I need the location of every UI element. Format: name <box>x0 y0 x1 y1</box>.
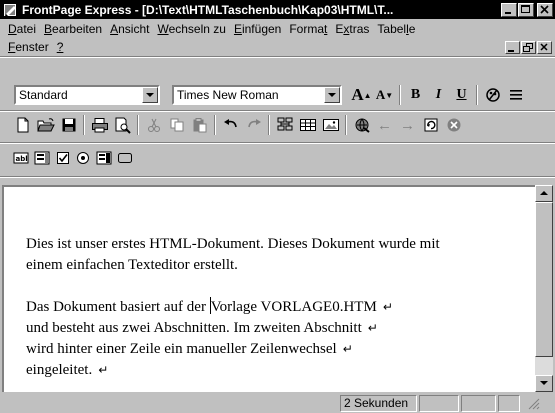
text-line: Das Dokument basiert auf der Vorlage VOR… <box>26 297 393 315</box>
cut-icon[interactable] <box>142 114 165 136</box>
vertical-scrollbar[interactable] <box>535 185 553 392</box>
paragraph-1[interactable]: Dies ist unser erstes HTML-Dokument. Die… <box>26 234 536 276</box>
status-panel <box>461 394 496 412</box>
menu-datei[interactable]: Datei <box>4 22 40 36</box>
line-break-icon: ↵ <box>342 342 353 356</box>
chevron-down-icon[interactable] <box>142 87 158 103</box>
stop-icon[interactable] <box>442 114 465 136</box>
radio-button-icon[interactable] <box>73 147 93 169</box>
doc-restore-button[interactable] <box>521 41 536 54</box>
toolbar-divider <box>476 85 478 105</box>
open-folder-icon[interactable] <box>34 114 57 136</box>
menu-separator <box>0 56 555 58</box>
increase-font-button[interactable]: A ▲ <box>350 84 373 106</box>
toolbar-divider <box>345 115 347 135</box>
doc-close-button[interactable] <box>537 41 552 54</box>
push-button-icon[interactable] <box>115 147 135 169</box>
status-panel <box>419 394 459 412</box>
menu-wechseln-zu[interactable]: Wechseln zu <box>153 22 229 36</box>
status-panel <box>498 394 520 412</box>
menu-ansicht[interactable]: Ansicht <box>106 22 153 36</box>
print-preview-icon[interactable] <box>111 114 134 136</box>
italic-button[interactable]: I <box>427 84 450 106</box>
close-button[interactable] <box>537 2 553 17</box>
window-title: FrontPage Express - [D:\Text\HTMLTaschen… <box>22 2 394 17</box>
menu-bar: Datei Bearbeiten Ansicht Wechseln zu Einfüge… <box>0 20 555 56</box>
menu-bearbeiten[interactable]: Bearbeiten <box>40 22 106 36</box>
scroll-up-button[interactable] <box>535 185 553 202</box>
maximize-button[interactable] <box>518 2 534 17</box>
status-download-time: 2 Sekunden <box>340 394 417 412</box>
undo-icon[interactable] <box>219 114 242 136</box>
back-arrow-icon[interactable]: ← <box>373 114 396 136</box>
menu-extras[interactable]: Extras <box>331 22 373 36</box>
svg-text:abl: abl <box>16 155 28 163</box>
redo-icon[interactable] <box>242 114 265 136</box>
scrolling-textbox-icon[interactable] <box>31 147 53 169</box>
title-bar[interactable]: FrontPage Express - [D:\Text\HTMLTaschen… <box>0 0 555 19</box>
toolbar-separator <box>0 142 555 144</box>
one-line-textbox-icon[interactable]: abl <box>11 147 31 169</box>
bold-button[interactable]: B <box>404 84 427 106</box>
doc-minimize-button[interactable] <box>505 41 520 54</box>
toolbar-divider <box>214 115 216 135</box>
line-break-icon: ↵ <box>367 321 378 335</box>
paragraph-style-select[interactable]: Standard <box>14 85 160 105</box>
toolbar-divider <box>137 115 139 135</box>
document-text[interactable]: Dies ist unser erstes HTML-Dokument. Die… <box>26 234 536 402</box>
text-line: eingeleitet. ↵ <box>26 362 109 378</box>
toolbar-separator <box>0 110 555 112</box>
paragraph-style-value: Standard <box>19 88 68 102</box>
menu-einfügen[interactable]: Einfügen <box>230 22 285 36</box>
toolbar-divider <box>268 115 270 135</box>
paragraph-2[interactable]: Das Dokument basiert auf der Vorlage VOR… <box>26 297 536 381</box>
insert-image-icon[interactable] <box>319 114 342 136</box>
frontpage-window: FrontPage Express - [D:\Text\HTMLTaschen… <box>0 0 555 413</box>
dropdown-menu-icon[interactable] <box>93 147 115 169</box>
menu-tabelle[interactable]: Tabelle <box>373 22 419 36</box>
save-disk-icon[interactable] <box>57 114 80 136</box>
status-message <box>2 395 338 412</box>
menu-format[interactable]: Format <box>285 22 331 36</box>
font-select[interactable]: Times New Roman <box>172 85 342 105</box>
chevron-down-icon[interactable] <box>324 87 340 103</box>
line-break-icon: ↵ <box>98 363 109 377</box>
text-color-icon[interactable] <box>481 84 504 106</box>
new-document-icon[interactable] <box>11 114 34 136</box>
menu-help[interactable]: ? <box>53 40 68 54</box>
text-line: und besteht aus zwei Abschnitten. Im zwe… <box>26 320 378 336</box>
checkbox-icon[interactable] <box>53 147 73 169</box>
status-bar: 2 Sekunden <box>0 393 555 413</box>
line-break-icon: ↵ <box>382 300 393 314</box>
standard-toolbar: ← → <box>0 114 555 136</box>
toolbar-divider <box>399 85 401 105</box>
menu-fenster[interactable]: Fenster <box>4 40 53 54</box>
text-line: wird hinter einer Zeile ein manueller Ze… <box>26 341 353 357</box>
text-line: einem einfachen Texteditor erstellt. <box>26 257 238 273</box>
format-toolbar: Standard Times New Roman A ▲ A ▼ B I U <box>0 84 555 106</box>
frontpage-app-icon <box>3 2 18 17</box>
hyperlink-globe-icon[interactable] <box>350 114 373 136</box>
align-left-icon[interactable] <box>504 84 527 106</box>
document-editor[interactable]: Dies ist unser erstes HTML-Dokument. Die… <box>2 185 535 392</box>
scroll-down-button[interactable] <box>535 375 553 392</box>
forward-arrow-icon[interactable]: → <box>396 114 419 136</box>
minimize-button[interactable] <box>501 2 517 17</box>
text-line: Dies ist unser erstes HTML-Dokument. Die… <box>26 236 440 252</box>
print-icon[interactable] <box>88 114 111 136</box>
form-field-icon[interactable] <box>273 114 296 136</box>
copy-icon[interactable] <box>165 114 188 136</box>
scroll-thumb[interactable] <box>535 202 553 357</box>
refresh-icon[interactable] <box>419 114 442 136</box>
insert-table-icon[interactable] <box>296 114 319 136</box>
toolbar-divider <box>83 115 85 135</box>
resize-grip-icon[interactable] <box>522 395 544 412</box>
decrease-font-button[interactable]: A ▼ <box>373 84 396 106</box>
underline-button[interactable]: U <box>450 84 473 106</box>
forms-toolbar: abl <box>0 147 555 169</box>
paste-icon[interactable] <box>188 114 211 136</box>
font-value: Times New Roman <box>177 88 279 102</box>
toolbar-separator <box>0 176 555 178</box>
